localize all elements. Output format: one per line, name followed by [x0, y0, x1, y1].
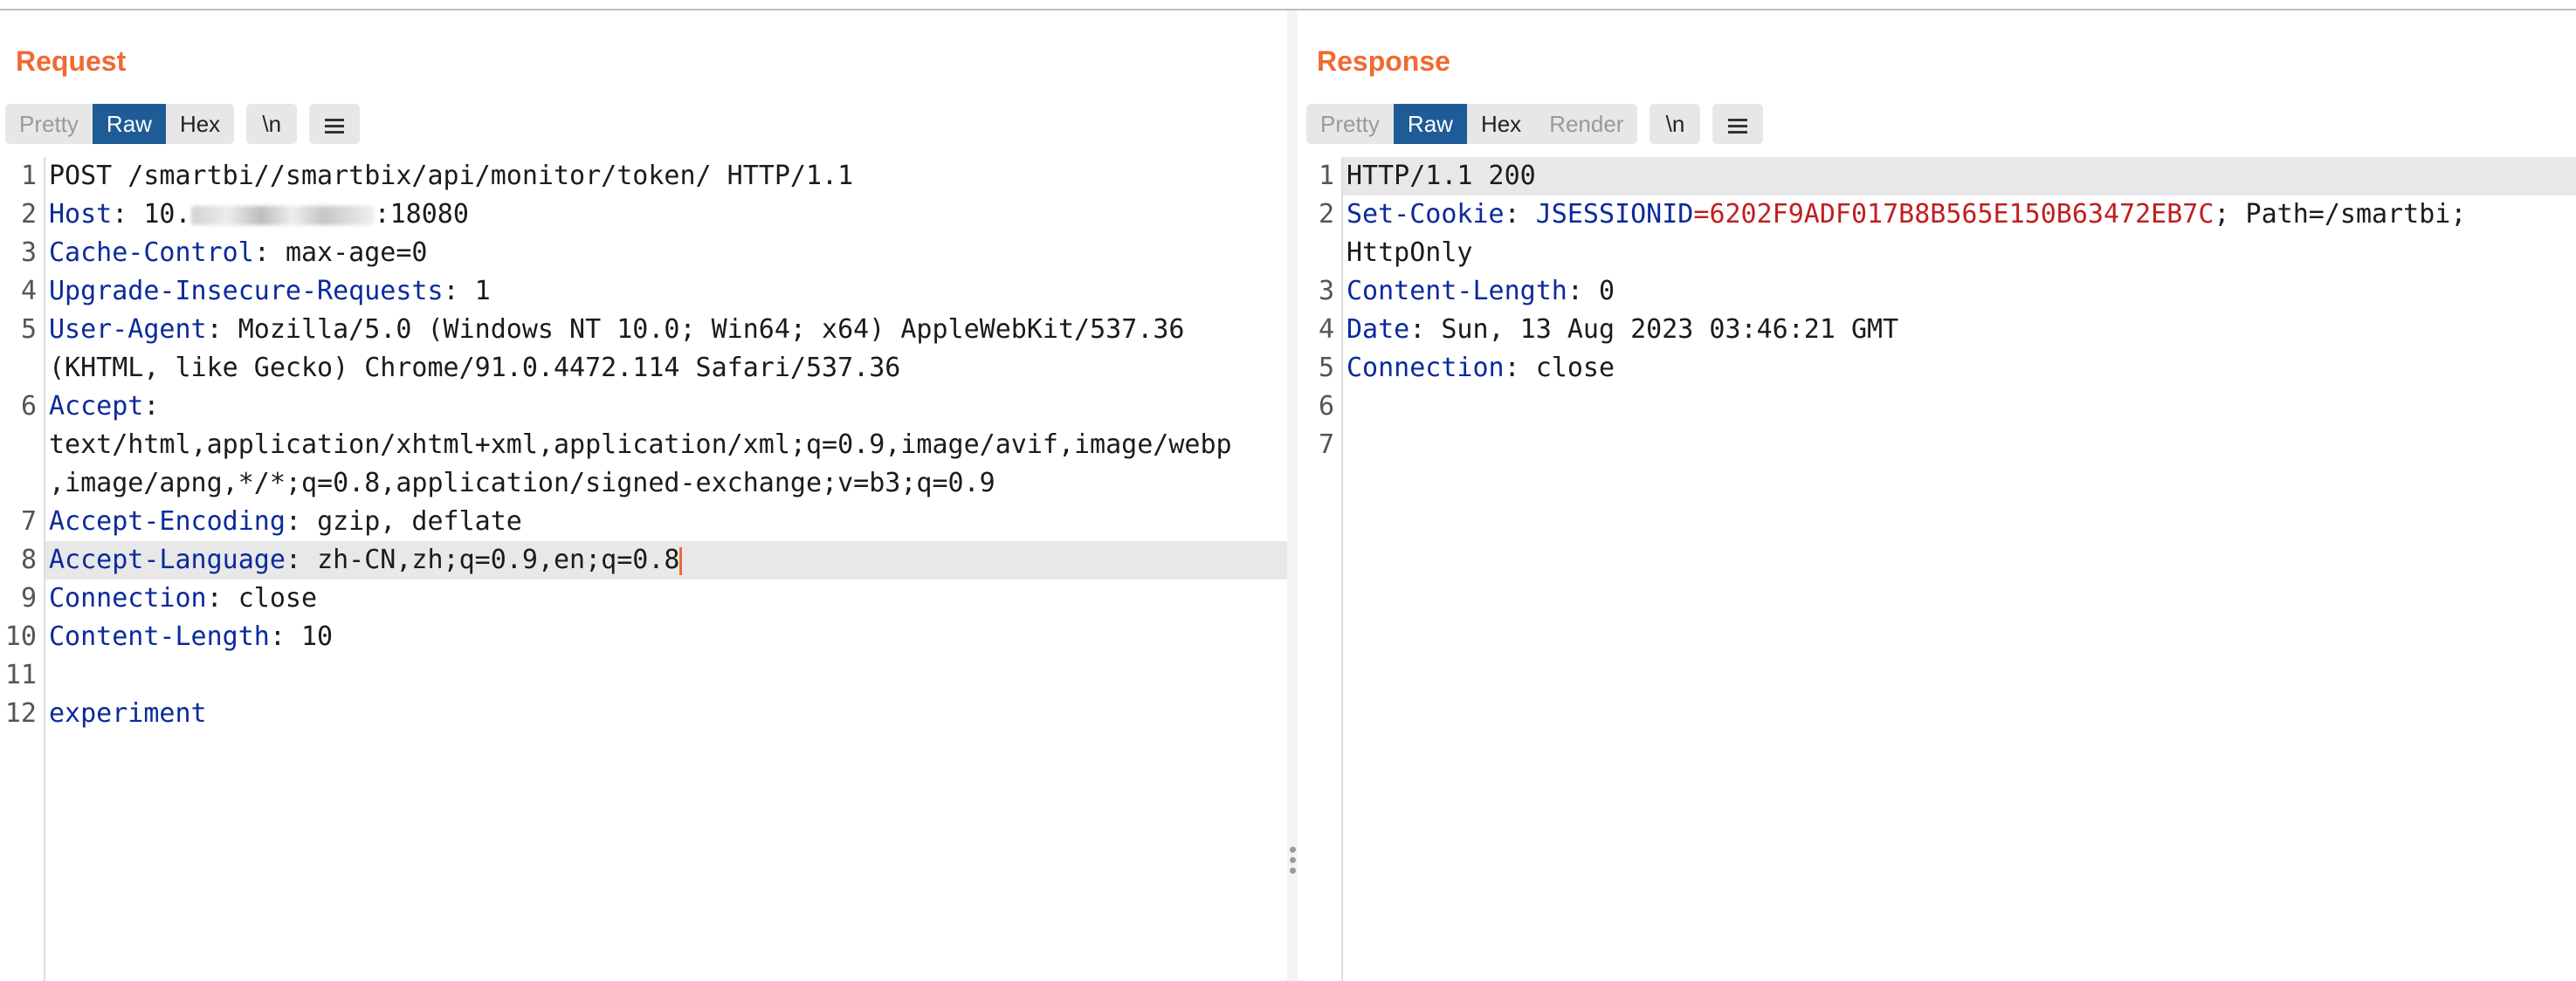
request-line-6: Accept:: [49, 391, 160, 422]
line-number: 2: [1318, 199, 1334, 230]
request-menu-button[interactable]: [309, 104, 361, 144]
header-value: Mozilla/5.0 (Windows NT 10.0; Win64; x64…: [238, 314, 1185, 345]
line-number: 12: [4, 698, 37, 729]
response-toolbar: Pretty Raw Hex Render \n: [1306, 103, 1764, 145]
header-value: zh-CN,zh;q=0.9,en;q=0.8: [317, 545, 680, 575]
newline-toggle-button[interactable]: \n: [246, 104, 298, 144]
line-number: 11: [4, 660, 37, 690]
request-body: experiment: [49, 698, 207, 729]
line-number: 3: [1318, 276, 1334, 306]
header-key: Upgrade-Insecure-Requests: [49, 276, 444, 306]
header-key: Content-Length: [49, 621, 270, 652]
newline-toggle-button[interactable]: \n: [1650, 104, 1701, 144]
header-value: 0: [1599, 276, 1615, 306]
request-line-6-wrap: ,image/apng,*/*;q=0.8,application/signed…: [49, 468, 995, 498]
response-pane: Response Pretty Raw Hex Render \n 1 2 3 …: [1298, 10, 2576, 981]
response-line-2-wrap: HttpOnly: [1347, 237, 1473, 268]
hamburger-menu-icon: [325, 115, 345, 137]
header-value: max-age=0: [285, 237, 428, 268]
tab-raw[interactable]: Raw: [92, 104, 166, 144]
line-number: 4: [20, 276, 37, 306]
request-view-tabs: Pretty Raw Hex: [5, 104, 235, 144]
line-number: 1: [20, 161, 37, 191]
hamburger-menu-icon: [1728, 115, 1748, 137]
tab-hex[interactable]: Hex: [1467, 104, 1535, 144]
header-key: Accept-Encoding: [49, 506, 286, 537]
response-status-line: HTTP/1.1 200: [1347, 161, 1536, 191]
line-number: 8: [20, 545, 37, 575]
header-key: Host: [49, 199, 113, 230]
line-number: 1: [1318, 161, 1334, 191]
request-line-4: Upgrade-Insecure-Requests: 1: [49, 276, 491, 306]
window-top-border: [0, 0, 2576, 10]
tab-pretty[interactable]: Pretty: [1306, 104, 1394, 144]
line-number: 7: [20, 506, 37, 537]
line-number: 5: [20, 314, 37, 345]
text-caret: [679, 546, 683, 575]
line-number: 9: [20, 583, 37, 614]
header-key: Cache-Control: [49, 237, 254, 268]
line-number: 2: [20, 199, 37, 230]
cookie-value: 6202F9ADF017B8B565E150B63472EB7C: [1709, 199, 2214, 230]
request-line-2: Host: 10.:18080: [49, 199, 469, 230]
response-line-4: Date: Sun, 13 Aug 2023 03:46:21 GMT: [1347, 314, 1899, 345]
header-value: :18080: [374, 199, 469, 230]
header-value: Sun, 13 Aug 2023 03:46:21 GMT: [1441, 314, 1899, 345]
line-number: 5: [1318, 353, 1334, 383]
header-key: User-Agent: [49, 314, 207, 345]
tab-pretty[interactable]: Pretty: [5, 104, 93, 144]
request-line-10: Content-Length: 10: [49, 621, 334, 652]
response-view-tabs: Pretty Raw Hex Render: [1306, 104, 1638, 144]
header-key: Accept: [49, 391, 144, 422]
request-line-5: User-Agent: Mozilla/5.0 (Windows NT 10.0…: [49, 314, 1185, 345]
request-pane: Request Pretty Raw Hex \n 1 2 3 4 5 6 7 …: [0, 10, 1287, 981]
response-line-2: Set-Cookie: JSESSIONID=6202F9ADF017B8B56…: [1347, 199, 2467, 230]
cookie-equals: =: [1693, 199, 1710, 230]
header-key: Accept-Language: [49, 545, 286, 575]
tab-render[interactable]: Render: [1535, 104, 1637, 144]
response-line-3: Content-Length: 0: [1347, 276, 1615, 306]
cookie-name: JSESSIONID: [1535, 199, 1694, 230]
header-key: Set-Cookie: [1347, 199, 1505, 230]
header-value: close: [1535, 353, 1615, 383]
line-number: 6: [1318, 391, 1334, 422]
request-line-5-wrap: (KHTML, like Gecko) Chrome/91.0.4472.114…: [49, 353, 901, 383]
header-value: 10.: [143, 199, 191, 230]
line-number: 4: [1318, 314, 1334, 345]
line-number: 3: [20, 237, 37, 268]
header-value: close: [238, 583, 318, 614]
pane-splitter[interactable]: [1287, 10, 1298, 981]
tab-raw[interactable]: Raw: [1393, 104, 1467, 144]
request-toolbar: Pretty Raw Hex \n: [5, 103, 361, 145]
request-line-1: POST /smartbi//smartbix/api/monitor/toke…: [49, 161, 854, 191]
redacted-ip-blur: [190, 205, 375, 225]
line-number: 7: [1318, 429, 1334, 460]
request-line-8: Accept-Language: zh-CN,zh;q=0.9,en;q=0.8: [49, 541, 683, 580]
request-line-6-wrap: text/html,application/xhtml+xml,applicat…: [49, 429, 1232, 460]
header-value: 10: [301, 621, 334, 652]
line-number: 6: [20, 391, 37, 422]
header-key: Date: [1347, 314, 1410, 345]
request-line-3: Cache-Control: max-age=0: [49, 237, 428, 268]
response-line-5: Connection: close: [1347, 353, 1615, 383]
response-menu-button[interactable]: [1712, 104, 1764, 144]
header-value: 1: [474, 276, 491, 306]
request-line-7: Accept-Encoding: gzip, deflate: [49, 506, 522, 537]
request-editor[interactable]: 1 2 3 4 5 6 7 8 9 10 11 12 POST /smartbi…: [0, 157, 1287, 981]
request-title: Request: [16, 45, 127, 77]
header-key: Connection: [49, 583, 207, 614]
line-number: 10: [4, 621, 37, 652]
response-editor[interactable]: 1 2 3 4 5 6 7 HTTP/1.1 200 Set-Cookie: J…: [1298, 157, 2576, 981]
header-key: Connection: [1347, 353, 1505, 383]
response-title: Response: [1317, 45, 1450, 77]
cookie-attributes: ; Path=/smartbi;: [2214, 199, 2467, 230]
header-value: gzip, deflate: [317, 506, 522, 537]
tab-hex[interactable]: Hex: [166, 104, 234, 144]
request-line-9: Connection: close: [49, 583, 318, 614]
header-key: Content-Length: [1347, 276, 1567, 306]
